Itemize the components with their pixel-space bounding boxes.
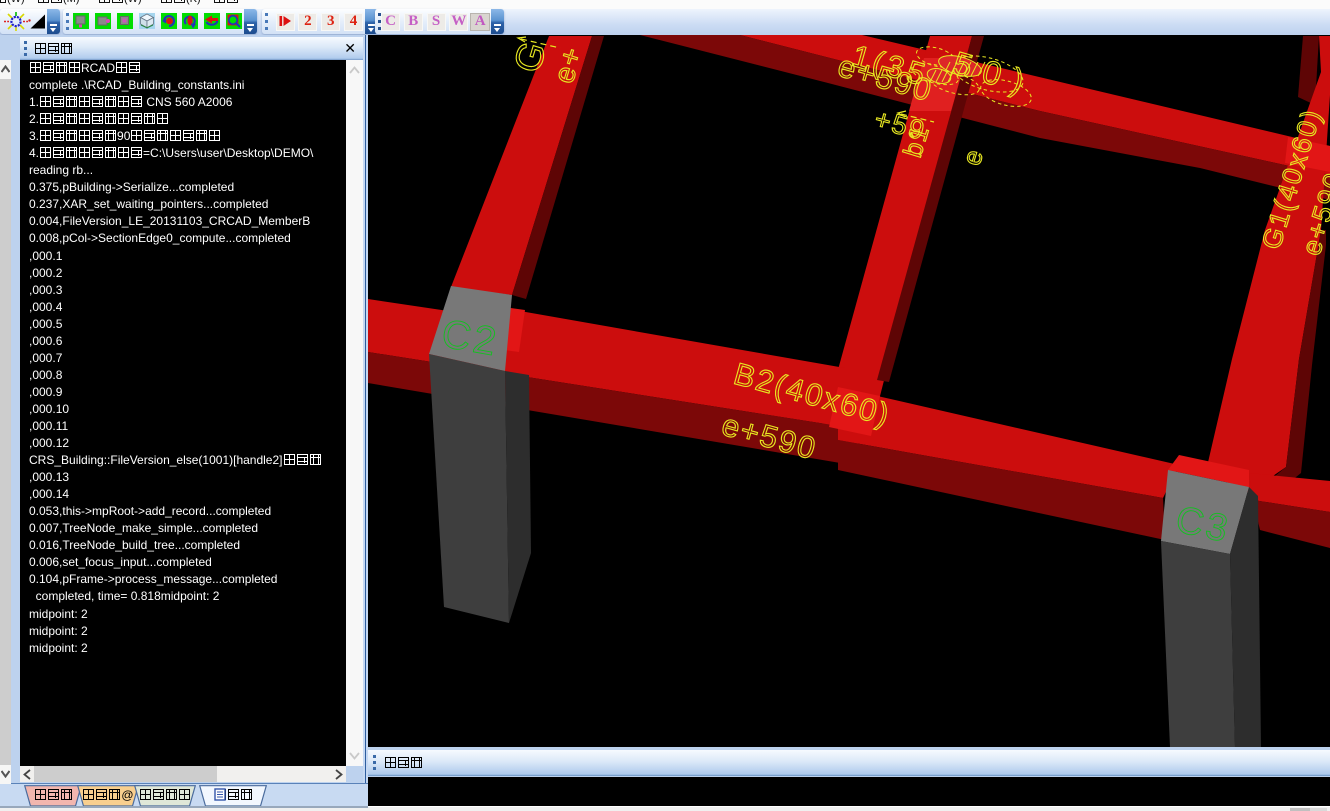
svg-text:e: e	[956, 144, 990, 169]
